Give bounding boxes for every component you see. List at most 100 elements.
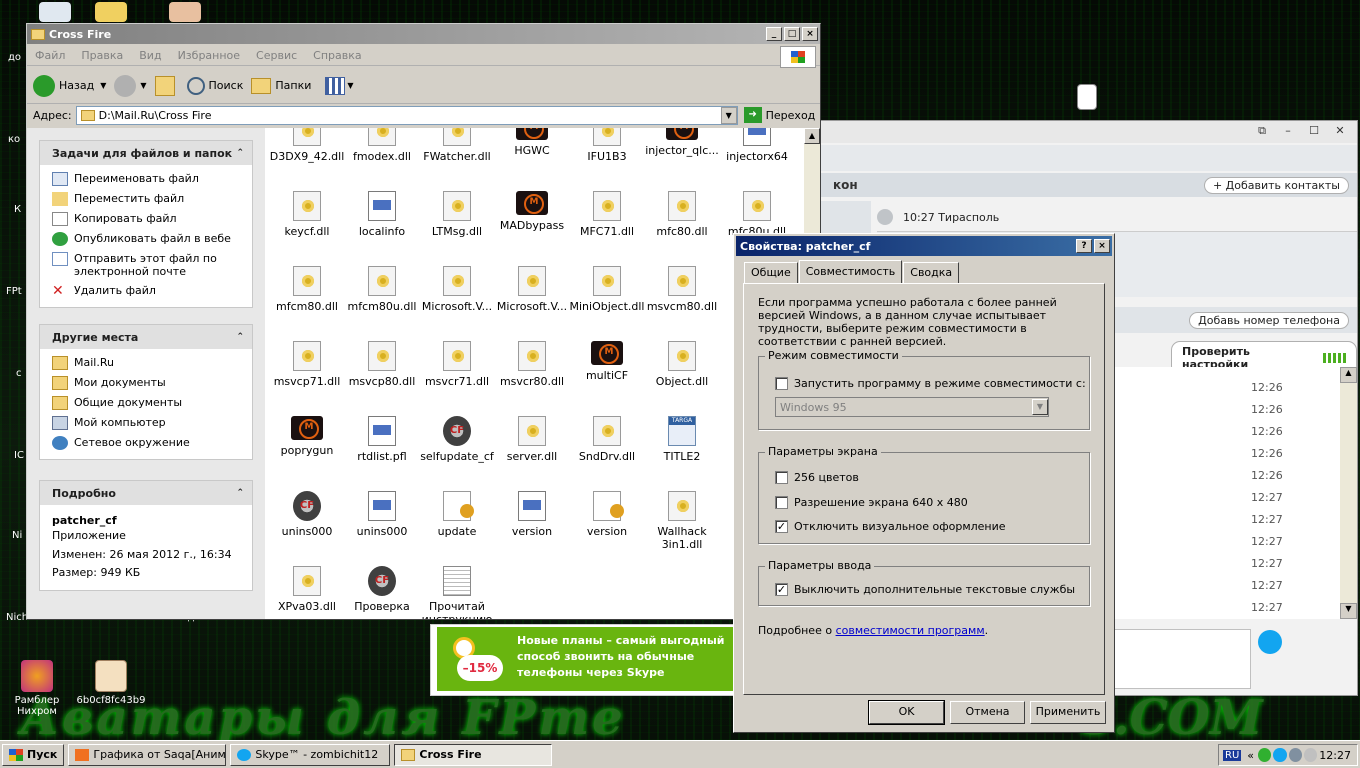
file-item[interactable]: unins000 (344, 491, 420, 538)
checkbox-disable-text-services[interactable]: ✓ Выключить дополнительные текстовые слу… (775, 583, 1075, 596)
file-item[interactable]: update (419, 491, 495, 538)
place-network[interactable]: Сетевое окружение (40, 433, 252, 453)
scroll-down-icon[interactable]: ▼ (1340, 603, 1357, 619)
taskbar-item-graphics[interactable]: Графика от Saqa[Аним... (68, 743, 227, 766)
taskbar-item-skype[interactable]: Skype™ - zombichit12 (230, 743, 391, 766)
scroll-up-icon[interactable]: ▲ (1340, 367, 1357, 383)
file-item[interactable]: XPva03.dll (269, 566, 345, 613)
chevron-down-icon[interactable]: ▼ (100, 81, 106, 90)
send-message-icon[interactable] (1258, 630, 1282, 654)
file-item[interactable]: selfupdate_cf (419, 416, 495, 463)
compat-help-link[interactable]: совместимости программ (836, 624, 985, 637)
file-item[interactable]: HGWC (494, 128, 570, 157)
file-item[interactable]: Wallhack 3in1.dll (644, 491, 720, 551)
file-item[interactable]: keycf.dll (269, 191, 345, 238)
panel-header[interactable]: Другие места ⌃ (40, 325, 252, 349)
collapse-icon[interactable]: ⌃ (236, 488, 244, 498)
message-input[interactable] (1111, 629, 1251, 689)
go-button[interactable]: ➜ Переход (743, 107, 815, 123)
compat-mode-checkbox[interactable]: Запустить программу в режиме совместимос… (775, 377, 1086, 390)
file-item[interactable]: poprygun (269, 416, 345, 457)
task-rename[interactable]: Переименовать файл (40, 169, 252, 189)
file-item[interactable]: injector_qlc... (644, 128, 720, 157)
collapse-icon[interactable]: ⌃ (236, 148, 244, 158)
restore-small-icon[interactable]: ⧉ (1251, 124, 1273, 140)
file-item[interactable]: fmodex.dll (344, 128, 420, 163)
desktop-icon-file[interactable]: 6b0cf8fc43b9 (76, 660, 146, 706)
desktop-icon-note[interactable] (1052, 84, 1122, 113)
minimize-button[interactable]: _ (766, 27, 782, 41)
ok-button[interactable]: OK (868, 700, 945, 725)
file-item[interactable]: Проверка (344, 566, 420, 613)
search-button[interactable]: Поиск (186, 76, 243, 95)
file-item[interactable]: Object.dll (644, 341, 720, 388)
skype-ad-banner[interactable]: –15% Новые планы – самый выгодный способ… (430, 624, 735, 696)
tray-expand-icon[interactable]: « (1247, 749, 1254, 762)
help-button[interactable]: ? (1076, 239, 1092, 253)
file-item[interactable]: rtdlist.pfl (344, 416, 420, 463)
start-button[interactable]: Пуск (2, 743, 65, 766)
language-indicator[interactable]: RU (1223, 749, 1242, 761)
desktop-icon-top3[interactable] (150, 2, 220, 25)
file-item[interactable]: msvcr71.dll (419, 341, 495, 388)
views-button[interactable]: ▼ (325, 76, 354, 95)
collapse-icon[interactable]: ⌃ (236, 332, 244, 342)
file-item[interactable]: SndDrv.dll (569, 416, 645, 463)
tab-compatibility[interactable]: Совместимость (798, 260, 903, 283)
file-item[interactable]: mfc80.dll (644, 191, 720, 238)
file-item[interactable]: D3DX9_42.dll (269, 128, 345, 163)
checkbox-box[interactable]: ✓ (775, 583, 788, 596)
file-item[interactable]: MADbypass (494, 191, 570, 232)
volume-icon[interactable] (1303, 748, 1318, 762)
close-button[interactable]: × (1094, 239, 1110, 253)
desktop-icon-top2[interactable] (76, 2, 146, 25)
file-item[interactable]: msvcr80.dll (494, 341, 570, 388)
file-item[interactable]: server.dll (494, 416, 570, 463)
menu-favorites[interactable]: Избранное (170, 49, 248, 62)
menu-help[interactable]: Справка (305, 49, 369, 62)
task-email[interactable]: Отправить этот файл по электронной почте (40, 249, 252, 281)
file-item[interactable]: multiCF (569, 341, 645, 382)
scroll-up-icon[interactable]: ▲ (804, 128, 820, 144)
panel-header[interactable]: Подробно ⌃ (40, 481, 252, 505)
security-icon[interactable] (1258, 748, 1272, 762)
maximize-button[interactable]: □ (784, 27, 800, 41)
minimize-icon[interactable]: – (1277, 124, 1299, 140)
back-button[interactable]: Назад ▼ (33, 74, 106, 97)
file-item[interactable]: localinfo (344, 191, 420, 238)
forward-button[interactable]: ▼ (114, 74, 147, 97)
checkbox-box[interactable] (775, 471, 788, 484)
network-tray-icon[interactable] (1288, 748, 1302, 762)
file-item[interactable]: msvcp71.dll (269, 341, 345, 388)
up-button[interactable] (154, 75, 175, 96)
file-item[interactable]: MiniObject.dll (569, 266, 645, 313)
menu-tools[interactable]: Сервис (248, 49, 305, 62)
file-item[interactable]: MFC71.dll (569, 191, 645, 238)
place-my-documents[interactable]: Мои документы (40, 373, 252, 393)
apply-button[interactable]: Применить (1030, 701, 1106, 724)
file-item[interactable]: mfc80u.dll (719, 191, 795, 238)
close-button[interactable]: × (802, 27, 818, 41)
file-item[interactable]: msvcp80.dll (344, 341, 420, 388)
maximize-icon[interactable]: ☐ (1303, 124, 1325, 140)
place-my-computer[interactable]: Мой компьютер (40, 413, 252, 433)
address-input[interactable]: D:\Mail.Ru\Cross Fire ▼ (75, 105, 738, 125)
chevron-down-icon[interactable]: ▼ (140, 81, 146, 90)
file-item[interactable]: Прочитай инструкцию (419, 566, 495, 619)
file-item[interactable]: version (494, 491, 570, 538)
file-item[interactable]: injectorx64 (719, 128, 795, 163)
file-item[interactable]: version (569, 491, 645, 538)
explorer-titlebar[interactable]: Cross Fire _ □ × (27, 24, 820, 44)
menu-view[interactable]: Вид (131, 49, 169, 62)
place-shared-documents[interactable]: Общие документы (40, 393, 252, 413)
checkbox-640x480[interactable]: Разрешение экрана 640 x 480 (775, 496, 968, 509)
chat-scrollbar[interactable]: ▲ ▼ (1340, 367, 1357, 619)
task-publish[interactable]: Опубликовать файл в вебе (40, 229, 252, 249)
file-item[interactable]: Microsoft.V... (419, 266, 495, 313)
file-item[interactable]: TITLE2 (644, 416, 720, 463)
file-item[interactable]: IFU1B3 (569, 128, 645, 163)
chevron-down-icon[interactable]: ▼ (720, 106, 737, 124)
task-copy[interactable]: Копировать файл (40, 209, 252, 229)
close-icon[interactable]: ✕ (1329, 124, 1351, 140)
task-move[interactable]: Переместить файл (40, 189, 252, 209)
